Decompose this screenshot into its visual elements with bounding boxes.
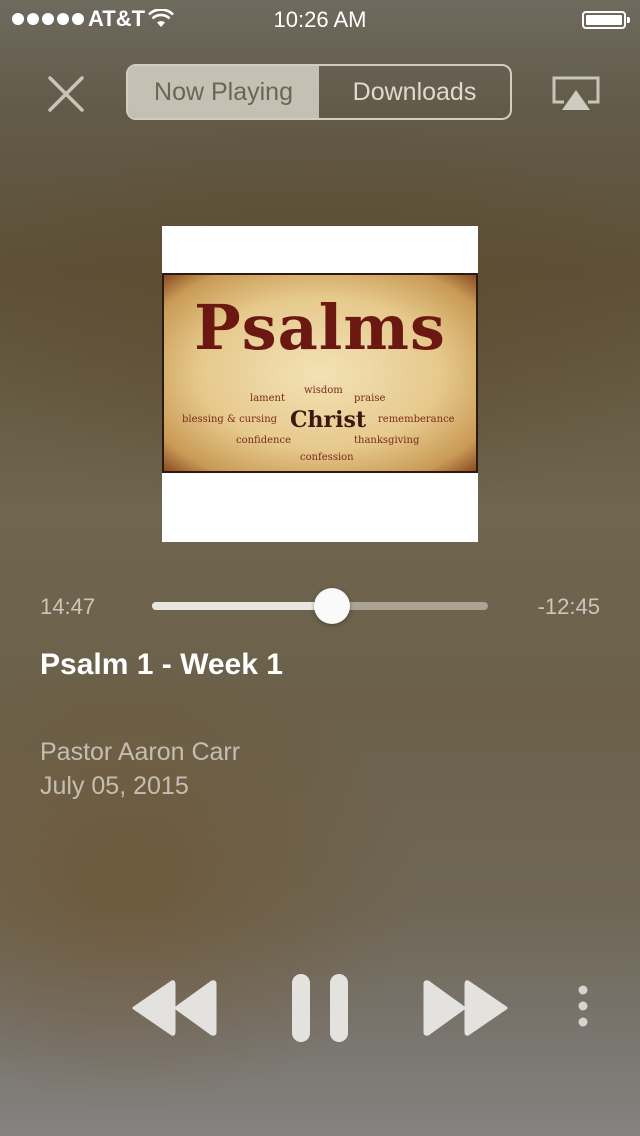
close-icon[interactable]: [44, 72, 88, 116]
artwork-word: rememberance: [378, 414, 455, 425]
artwork-image: Psalms lament wisdom praise blessing & c…: [162, 273, 478, 473]
artwork-word: thanksgiving: [354, 435, 420, 446]
track-title: Psalm 1 - Week 1: [40, 648, 283, 681]
artwork-word: blessing & cursing: [182, 414, 278, 425]
track-date: July 05, 2015: [40, 772, 189, 800]
elapsed-time: 14:47: [40, 594, 96, 619]
pause-icon[interactable]: [290, 974, 350, 1042]
artwork-word: confidence: [236, 435, 292, 446]
remaining-time: -12:45: [537, 594, 600, 619]
artwork-word: wisdom: [304, 385, 343, 396]
artwork-word: Christ: [290, 407, 367, 433]
artwork-word: lament: [250, 393, 286, 404]
artwork-title: Psalms: [194, 291, 446, 364]
status-time: 10:26 AM: [273, 7, 367, 32]
more-icon[interactable]: [572, 984, 594, 1032]
track-artist: Pastor Aaron Carr: [40, 738, 241, 766]
battery-icon: [582, 11, 630, 29]
view-segmented-control: Now Playing Downloads: [126, 64, 512, 120]
fast-forward-icon[interactable]: [422, 978, 510, 1038]
tab-now-playing[interactable]: Now Playing: [128, 66, 319, 118]
progress-slider[interactable]: [152, 588, 488, 624]
progress-fill: [152, 602, 333, 610]
album-artwork: Psalms lament wisdom praise blessing & c…: [162, 226, 478, 542]
artwork-word: confession: [300, 452, 354, 463]
rewind-icon[interactable]: [130, 978, 218, 1038]
status-bar: AT&T 10:26 AM: [0, 0, 640, 40]
artwork-word: praise: [354, 393, 386, 404]
tab-downloads[interactable]: Downloads: [319, 66, 510, 118]
progress-thumb[interactable]: [314, 588, 351, 624]
airplay-icon[interactable]: [550, 74, 602, 112]
